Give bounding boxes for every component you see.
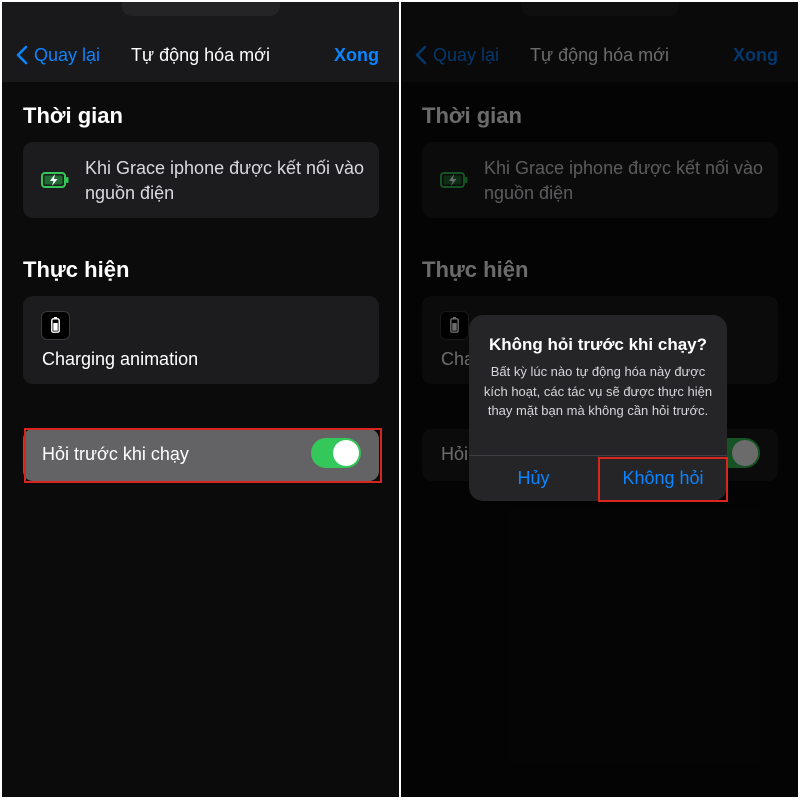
right-screen: Quay lại Tự động hóa mới Xong Thời gian …	[401, 2, 798, 797]
cancel-button[interactable]: Hủy	[469, 456, 598, 501]
status-pill	[122, 2, 280, 16]
section-title-when: Thời gian	[23, 103, 123, 128]
ask-before-running-row[interactable]: Hỏi trước khi chạy	[23, 429, 379, 481]
left-screen: Quay lại Tự động hóa mới Xong Thời gian …	[2, 2, 399, 797]
trigger-description: Khi Grace iphone được kết nối vào nguồn …	[85, 158, 365, 203]
ask-before-running-toggle[interactable]	[311, 438, 361, 468]
confirm-alert: Không hỏi trước khi chạy? Bất kỳ lúc nào…	[469, 315, 727, 501]
battery-charging-icon	[41, 172, 69, 193]
alert-message: Bất kỳ lúc nào tự động hóa này được kích…	[483, 364, 713, 418]
done-button[interactable]: Xong	[334, 45, 379, 66]
ask-before-running-label: Hỏi trước khi chạy	[42, 444, 189, 464]
navigation-bar: Quay lại Tự động hóa mới Xong	[2, 2, 399, 82]
trigger-card[interactable]: Khi Grace iphone được kết nối vào nguồn …	[23, 142, 379, 218]
alert-title: Không hỏi trước khi chạy?	[488, 335, 708, 354]
dont-ask-button[interactable]: Không hỏi	[599, 456, 727, 501]
toggle-knob	[333, 440, 359, 466]
action-card[interactable]: Charging animation	[23, 296, 379, 384]
section-title-do: Thực hiện	[23, 257, 130, 282]
action-label: Charging animation	[42, 349, 199, 369]
battery-icon	[41, 311, 70, 340]
